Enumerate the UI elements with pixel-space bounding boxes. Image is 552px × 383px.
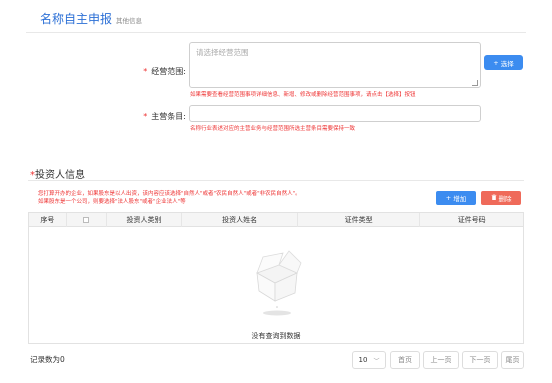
required-mark: *	[143, 67, 148, 76]
investors-table: 序号 投资人类别 投资人姓名 证件类型 证件号码 没有查询到数据	[28, 212, 524, 344]
chevron-down-icon: ﹀	[373, 357, 380, 365]
delete-investor-button[interactable]: 删除	[481, 191, 521, 205]
main-item-label: * 主营条目:	[120, 111, 186, 122]
page-title: 名称自主申报	[40, 12, 113, 26]
delete-button-label: 删除	[498, 195, 512, 203]
record-count: 记录数为0	[30, 355, 65, 364]
add-investor-button[interactable]: + 增加	[436, 191, 476, 205]
trash-icon	[491, 194, 497, 202]
plus-icon: +	[493, 58, 499, 67]
empty-state-text: 没有查询到数据	[251, 332, 301, 340]
business-scope-label-text: 经营范围:	[151, 67, 186, 76]
select-all-checkbox[interactable]	[83, 217, 90, 223]
main-item-input[interactable]	[189, 105, 481, 122]
col-header-id-number[interactable]: 证件号码	[420, 213, 523, 227]
select-button-label: 选择	[500, 59, 514, 68]
investors-section-title: *投资人信息	[30, 166, 85, 181]
main-item-label-text: 主营条目:	[151, 112, 186, 121]
resize-handle-icon[interactable]	[472, 80, 478, 86]
page-size-value: 10	[358, 356, 368, 364]
add-button-label: 增加	[453, 195, 467, 203]
business-scope-hint: 如果需要查看经营范围事项详细信息、新增、修改或删除经营范围事项，请点击【选择】按…	[190, 92, 416, 98]
prev-page-button[interactable]: 上一页	[423, 351, 459, 369]
business-scope-textarea[interactable]: 请选择经营范围	[189, 42, 481, 88]
next-page-button[interactable]: 下一页	[462, 351, 498, 369]
business-scope-placeholder: 请选择经营范围	[196, 48, 249, 57]
col-header-investor-type[interactable]: 投资人类别	[107, 213, 183, 227]
main-item-hint: 名称行业表述对应的主营业务与经营范围所选主营条目需要保持一致	[190, 126, 356, 132]
investors-note-2: 如果股东是一个公司，则要选择"法人股东"或者"企业法人"等	[38, 199, 186, 205]
empty-box-icon	[256, 250, 302, 316]
page-size-select[interactable]: 10 ﹀	[352, 351, 386, 369]
required-mark: *	[143, 112, 148, 121]
col-header-checkbox[interactable]	[67, 213, 107, 227]
col-header-investor-name[interactable]: 投资人姓名	[182, 213, 298, 227]
header-divider	[26, 32, 526, 33]
page-subtitle: 其他信息	[116, 17, 143, 25]
last-page-button[interactable]: 尾页	[501, 351, 524, 369]
col-header-index[interactable]: 序号	[29, 213, 67, 227]
investors-divider	[28, 180, 524, 181]
plus-icon: +	[445, 194, 452, 202]
investors-note-1: 您打算开办的企业，如果股东是以人出资，该内容应该选择"自然人"或者"农民自然人"…	[38, 191, 301, 197]
table-header: 序号 投资人类别 投资人姓名 证件类型 证件号码	[29, 213, 523, 227]
select-button[interactable]: + 选择	[484, 55, 523, 70]
business-scope-label: * 经营范围:	[120, 66, 186, 77]
page-header: 名称自主申报 其他信息	[40, 10, 142, 27]
first-page-button[interactable]: 首页	[390, 351, 420, 369]
col-header-id-type[interactable]: 证件类型	[298, 213, 421, 227]
investors-notes: 您打算开办的企业，如果股东是以人出资，该内容应该选择"自然人"或者"农民自然人"…	[38, 190, 301, 206]
